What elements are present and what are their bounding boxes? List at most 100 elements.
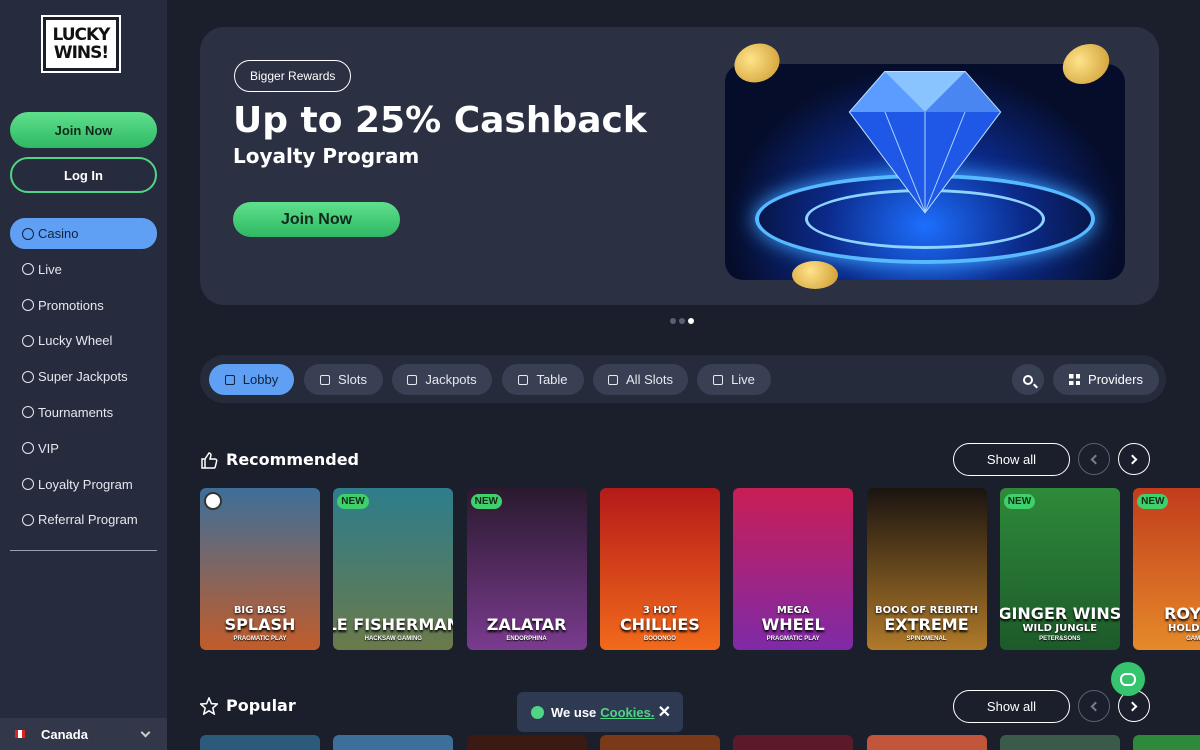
game-tile[interactable]: NEW ZALATAR ENDORPHINA xyxy=(466,488,587,650)
prev-arrow-button[interactable] xyxy=(1078,443,1110,475)
hero-badge: Bigger Rewards xyxy=(234,60,352,92)
logo-text-line2: WINS! xyxy=(53,43,109,63)
game-tile[interactable] xyxy=(600,735,720,750)
sidebar-item-promotions[interactable]: Promotions xyxy=(10,290,157,321)
game-tile[interactable] xyxy=(467,735,587,750)
chevron-right-icon xyxy=(1127,701,1138,711)
sidebar-item-label: Lucky Wheel xyxy=(38,333,113,349)
game-title: LE FISHERMAN xyxy=(333,615,454,634)
tab-label: Live xyxy=(731,372,755,387)
carousel-dot[interactable] xyxy=(679,318,685,324)
sidebar-item-loyalty-program[interactable]: Loyalty Program xyxy=(10,469,157,500)
sidebar-nav: Casino Live Promotions Lucky Wheel Super… xyxy=(10,218,157,540)
section-recommended-header: Recommended xyxy=(200,450,359,469)
slots-icon xyxy=(320,374,331,385)
close-icon[interactable]: ✕ xyxy=(658,702,671,722)
hero-banner[interactable]: Bigger Rewards Up to 25% Cashback Loyalt… xyxy=(200,27,1159,305)
game-tile[interactable]: NEW GINGER WINS WILD JUNGLE PETER&SONS xyxy=(999,488,1120,650)
sidebar-item-label: Referral Program xyxy=(38,512,138,528)
sidebar-item-vip[interactable]: VIP xyxy=(10,433,157,464)
sidebar: LUCKY WINS! Join Now Log In Casino Live … xyxy=(0,0,167,750)
game-tile[interactable]: BIG BASS SPLASH PRAGMATIC PLAY xyxy=(200,488,320,650)
chevron-left-icon xyxy=(1090,701,1101,711)
game-provider: PRAGMATIC PLAY xyxy=(766,636,820,642)
brand-logo[interactable]: LUCKY WINS! xyxy=(41,15,121,73)
section-title: Popular xyxy=(226,696,296,715)
lobby-icon xyxy=(224,374,235,385)
tab-lobby[interactable]: Lobby xyxy=(209,364,294,395)
trophy-icon xyxy=(22,406,34,419)
game-title-sub: WILD JUNGLE xyxy=(1022,623,1098,634)
category-bar: Lobby Slots Jackpots Table All Slots Liv… xyxy=(200,355,1166,403)
game-title: EXTREME xyxy=(884,615,969,634)
game-provider: ENDORPHINA xyxy=(506,636,547,642)
referral-icon xyxy=(22,513,34,526)
game-provider: SPINOMENAL xyxy=(906,636,947,642)
section-title: Recommended xyxy=(226,450,359,469)
game-tile[interactable]: 3 HOT CHILLIES BOOONGO xyxy=(599,488,720,650)
tab-live[interactable]: Live xyxy=(697,364,771,395)
carousel-dots xyxy=(670,318,694,324)
show-all-recommended-button[interactable]: Show all xyxy=(953,443,1070,476)
table-icon xyxy=(518,374,529,385)
cookie-icon xyxy=(531,705,544,719)
game-tile[interactable]: MEGA WHEEL PRAGMATIC PLAY xyxy=(733,488,854,650)
game-tile[interactable] xyxy=(1133,735,1200,750)
log-in-button[interactable]: Log In xyxy=(10,157,157,193)
sidebar-item-super-jackpots[interactable]: Super Jackpots xyxy=(10,361,157,392)
hero-join-now-button[interactable]: Join Now xyxy=(233,202,400,237)
sidebar-item-casino[interactable]: Casino xyxy=(10,218,157,249)
join-now-button[interactable]: Join Now xyxy=(10,112,157,148)
next-arrow-button[interactable] xyxy=(1118,443,1150,475)
chevron-right-icon xyxy=(1127,454,1138,464)
game-title: GINGER WINS xyxy=(999,604,1120,623)
search-button[interactable] xyxy=(1012,364,1044,395)
game-tile[interactable]: NEW LE FISHERMAN HACKSAW GAMING xyxy=(333,488,454,650)
sidebar-item-tournaments[interactable]: Tournaments xyxy=(10,397,157,428)
sidebar-item-lucky-wheel[interactable]: Lucky Wheel xyxy=(10,325,157,356)
game-title-sub: HOLD TH xyxy=(1167,623,1200,634)
game-tile[interactable] xyxy=(333,735,453,750)
chat-bubble-icon xyxy=(1120,672,1136,686)
country-selector[interactable]: Canada xyxy=(0,718,167,750)
game-tile[interactable] xyxy=(867,735,987,750)
game-tile[interactable] xyxy=(733,735,853,750)
carousel-dot[interactable] xyxy=(670,318,676,324)
show-all-popular-button[interactable]: Show all xyxy=(953,690,1070,723)
popular-games-row xyxy=(200,735,1200,750)
tab-table[interactable]: Table xyxy=(502,364,584,395)
new-badge: NEW xyxy=(337,494,369,509)
prev-arrow-button[interactable] xyxy=(1078,690,1110,722)
sidebar-item-live[interactable]: Live xyxy=(10,254,157,285)
all-slots-icon xyxy=(608,374,619,385)
tab-label: Table xyxy=(536,372,568,387)
game-tile[interactable] xyxy=(200,735,320,750)
game-title: ZALATAR xyxy=(486,615,567,634)
new-badge: NEW xyxy=(1003,494,1036,509)
gold-coin xyxy=(792,261,838,289)
game-provider: PRAGMATIC PLAY xyxy=(233,636,287,642)
providers-button[interactable]: Providers xyxy=(1053,364,1159,395)
game-tile[interactable]: NEW ROYALHOLD TH GAM xyxy=(1133,488,1200,650)
wheel-icon xyxy=(22,334,34,347)
tab-jackpots[interactable]: Jackpots xyxy=(392,364,492,395)
casino-icon xyxy=(22,227,34,240)
cookies-link[interactable]: Cookies. xyxy=(600,705,654,720)
game-provider: HACKSAW GAMING xyxy=(364,636,422,642)
recommended-games-row: BIG BASSSPLASHPRAGMATIC PLAY NEW LE FISHER… xyxy=(200,488,1200,650)
tab-slots[interactable]: Slots xyxy=(304,364,383,395)
game-tile[interactable]: BOOK OF REBIRTH EXTREME SPINOMENAL xyxy=(866,488,987,650)
game-provider: BOOONGO xyxy=(643,636,676,642)
jackpot-icon xyxy=(22,370,34,383)
live-chat-button[interactable] xyxy=(1111,662,1145,696)
sidebar-item-label: Loyalty Program xyxy=(38,476,133,492)
logo-text-line1: LUCKY xyxy=(52,25,111,45)
sidebar-item-label: Promotions xyxy=(38,297,104,313)
star-icon xyxy=(200,696,218,715)
game-tile[interactable] xyxy=(1000,735,1120,750)
sidebar-item-referral-program[interactable]: Referral Program xyxy=(10,504,157,535)
carousel-dot-active[interactable] xyxy=(688,318,694,324)
hero-title: Up to 25% Cashback xyxy=(233,100,647,141)
game-provider: PETER&SONS xyxy=(1039,636,1081,642)
tab-all-slots[interactable]: All Slots xyxy=(593,364,688,395)
